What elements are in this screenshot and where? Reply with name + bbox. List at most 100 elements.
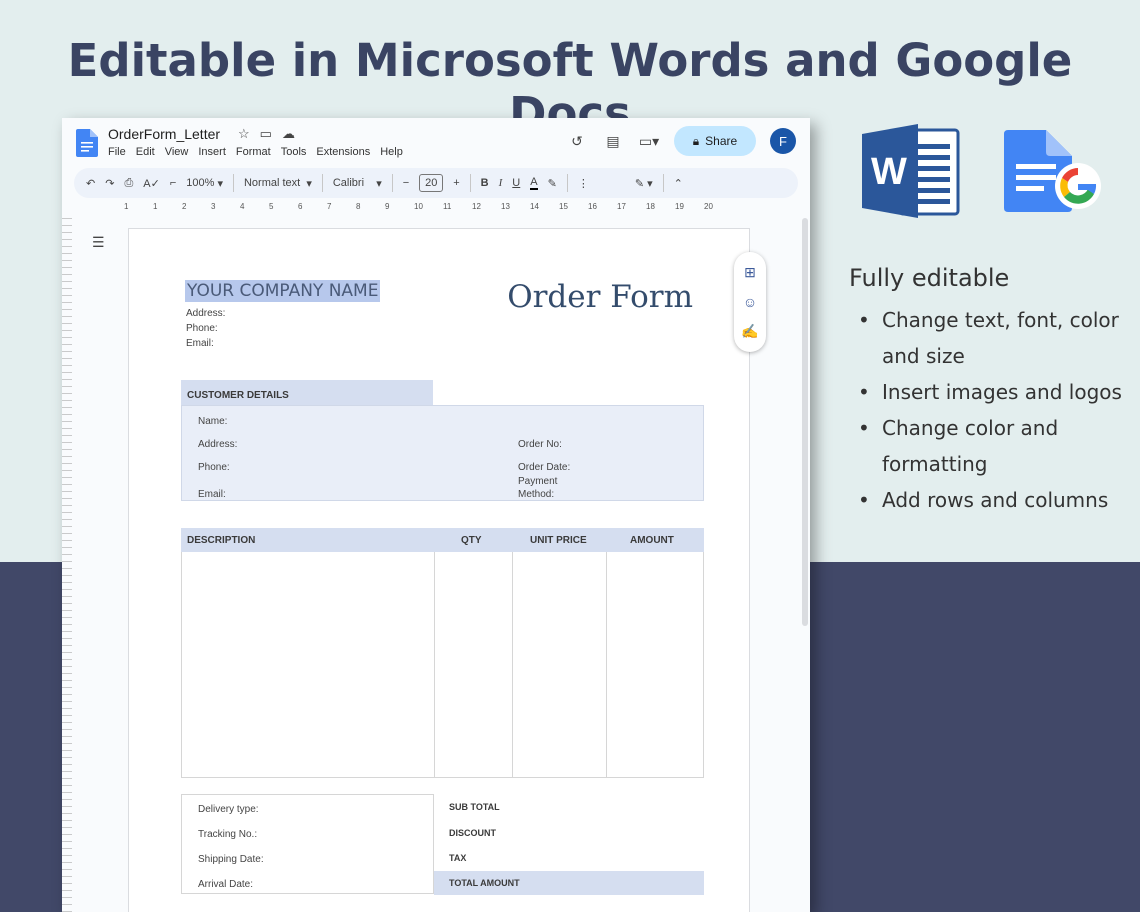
- menu-extensions[interactable]: Extensions: [316, 146, 370, 158]
- order-date-label: Order Date:: [518, 462, 571, 473]
- address-label: Address:: [186, 308, 226, 319]
- items-table-body[interactable]: [181, 552, 704, 778]
- method-label: Method:: [518, 489, 555, 500]
- undo-icon[interactable]: ↶: [86, 177, 95, 190]
- zoom-select[interactable]: 100% ▾: [186, 177, 223, 190]
- scrollbar[interactable]: [802, 218, 808, 626]
- share-button[interactable]: 🔒︎ Share: [674, 126, 756, 156]
- menu-insert[interactable]: Insert: [198, 146, 226, 158]
- menu-file[interactable]: File: [108, 146, 126, 158]
- ruler-tick-label: 1: [124, 202, 129, 211]
- features-list: Change text, font, color and size Insert…: [858, 302, 1128, 518]
- toolbar-divider: [232, 174, 234, 192]
- add-comment-icon[interactable]: ⊞: [744, 264, 756, 281]
- horizontal-ruler[interactable]: 1 1 2 3 4 5 6 7 8 9 10 11 12 13 14 15 16 17 18 19 20: [124, 202, 804, 216]
- menu-view[interactable]: View: [165, 146, 189, 158]
- column-divider: [606, 552, 607, 778]
- toolbar-divider: [566, 174, 568, 192]
- menu-edit[interactable]: Edit: [136, 146, 155, 158]
- customer-address-label: Address:: [198, 439, 238, 450]
- add-emoji-icon[interactable]: ☺: [743, 294, 757, 310]
- font-select[interactable]: Calibri ▾: [333, 177, 382, 190]
- column-divider: [512, 552, 513, 778]
- column-divider: [434, 552, 435, 778]
- toolbar-divider: [662, 174, 664, 192]
- order-form-title: Order Form: [507, 279, 693, 315]
- document-outline-icon[interactable]: ☰: [92, 234, 105, 251]
- print-icon[interactable]: ⎙: [124, 177, 133, 190]
- cloud-status-icon[interactable]: ☁: [282, 126, 295, 142]
- ruler-tick-label: 5: [269, 202, 274, 211]
- svg-text:W: W: [871, 151, 907, 193]
- move-folder-icon[interactable]: ▭: [260, 126, 272, 142]
- ruler-tick-label: 10: [414, 202, 423, 211]
- document-page[interactable]: YOUR COMPANY NAME Address: Phone: Email:…: [128, 228, 750, 912]
- menu-help[interactable]: Help: [380, 146, 403, 158]
- tracking-no-label: Tracking No.:: [198, 829, 258, 840]
- star-icon[interactable]: ☆: [238, 126, 250, 142]
- docs-logo-icon[interactable]: [76, 129, 98, 157]
- ruler-tick-label: 8: [356, 202, 361, 211]
- version-history-icon[interactable]: ↺: [566, 130, 588, 152]
- text-color-button[interactable]: A: [530, 176, 538, 190]
- description-column-header: DESCRIPTION: [187, 535, 256, 546]
- underline-button[interactable]: U: [512, 177, 520, 189]
- menu-format[interactable]: Format: [236, 146, 271, 158]
- font-size-input[interactable]: 20: [419, 174, 444, 192]
- italic-button[interactable]: I: [499, 177, 503, 189]
- google-docs-window: OrderForm_Letter ☆ ▭ ☁ File Edit View In…: [62, 118, 810, 912]
- order-no-label: Order No:: [518, 439, 562, 450]
- ruler-tick-label: 19: [675, 202, 684, 211]
- suggest-edits-icon[interactable]: ✍: [741, 323, 758, 340]
- ruler-tick-label: 4: [240, 202, 245, 211]
- ruler-tick-label: 16: [588, 202, 597, 211]
- editing-mode-icon[interactable]: ✎ ▾: [635, 177, 653, 190]
- feature-item: Insert images and logos: [858, 374, 1128, 410]
- bold-button[interactable]: B: [481, 177, 489, 189]
- company-name[interactable]: YOUR COMPANY NAME: [185, 280, 381, 302]
- menu-tools[interactable]: Tools: [281, 146, 307, 158]
- style-select[interactable]: Normal text ▾: [244, 177, 312, 190]
- toolbar: ↶ ↷ ⎙ A✓ ⌐ 100% ▾ Normal text ▾ Calibri …: [74, 168, 798, 198]
- ruler-tick-label: 20: [704, 202, 713, 211]
- discount-label: DISCOUNT: [449, 828, 496, 838]
- paint-format-icon[interactable]: ⌐: [170, 177, 176, 189]
- customer-phone-label: Phone:: [198, 462, 230, 473]
- avatar[interactable]: F: [770, 128, 796, 154]
- ruler-tick-label: 14: [530, 202, 539, 211]
- lock-icon: 🔒︎: [692, 133, 700, 148]
- more-icon[interactable]: ⋮: [578, 177, 589, 190]
- top-right-actions: ↺ ▤ ▭▾ 🔒︎ Share F: [566, 126, 796, 156]
- feature-item: Add rows and columns: [858, 482, 1128, 518]
- ruler-tick-label: 12: [472, 202, 481, 211]
- qty-column-header: QTY: [461, 535, 482, 546]
- shipping-date-label: Shipping Date:: [198, 854, 264, 865]
- feature-item: Change color and formatting: [858, 410, 1128, 482]
- ruler-tick-label: 11: [443, 202, 452, 211]
- increase-font-icon[interactable]: +: [453, 177, 459, 189]
- collapse-menus-icon[interactable]: ⌃: [674, 177, 683, 190]
- feature-item: Change text, font, color and size: [858, 302, 1128, 374]
- payment-label: Payment: [518, 476, 558, 487]
- ruler-tick-label: 17: [617, 202, 626, 211]
- meet-icon[interactable]: ▭▾: [638, 130, 660, 152]
- toolbar-divider: [469, 174, 471, 192]
- document-title[interactable]: OrderForm_Letter: [108, 126, 220, 142]
- features-title: Fully editable: [849, 264, 1010, 292]
- delivery-type-label: Delivery type:: [198, 804, 259, 815]
- spellcheck-icon[interactable]: A✓: [143, 177, 160, 190]
- customer-name-label: Name:: [198, 416, 228, 427]
- highlight-icon[interactable]: ✎: [548, 177, 557, 190]
- toolbar-divider: [391, 174, 393, 192]
- arrival-date-label: Arrival Date:: [198, 879, 254, 890]
- decrease-font-icon[interactable]: −: [403, 177, 409, 189]
- ruler-tick-label: 15: [559, 202, 568, 211]
- ruler-tick-label: 3: [211, 202, 216, 211]
- email-label: Email:: [186, 338, 214, 349]
- redo-icon[interactable]: ↷: [105, 177, 114, 190]
- customer-email-label: Email:: [198, 489, 226, 500]
- ruler-tick-label: 9: [385, 202, 390, 211]
- customer-details-box: Name: Address: Phone: Email: Order No: O…: [181, 405, 704, 501]
- menubar: File Edit View Insert Format Tools Exten…: [108, 146, 403, 158]
- comments-icon[interactable]: ▤: [602, 130, 624, 152]
